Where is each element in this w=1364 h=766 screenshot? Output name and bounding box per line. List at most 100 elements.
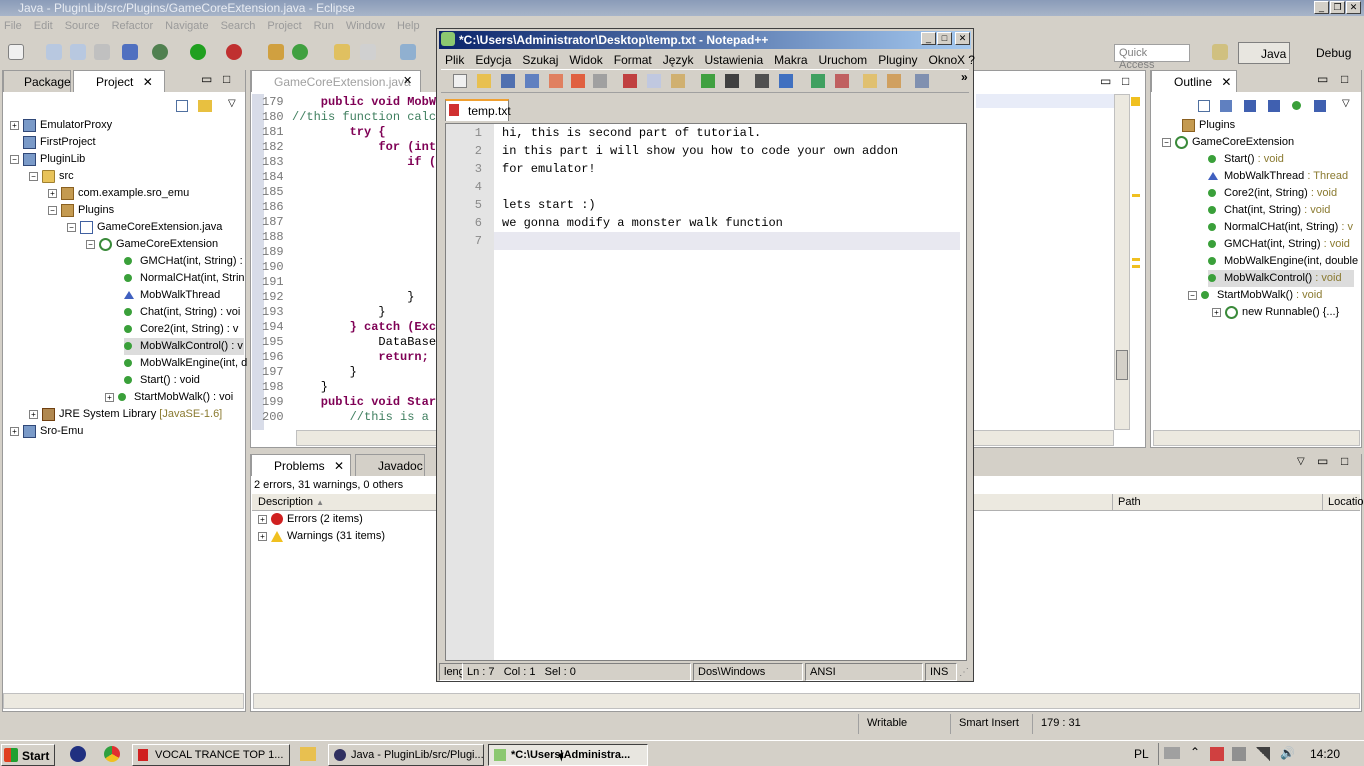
collapse-all-icon[interactable]	[1198, 100, 1210, 112]
expand-icon[interactable]: +	[1212, 307, 1221, 317]
problems-row-errors[interactable]: + Errors (2 items)	[258, 512, 363, 529]
collapse-all-icon[interactable]	[176, 100, 188, 112]
tree-item[interactable]: Start() : void	[124, 372, 200, 389]
outline-item[interactable]: NormalCHat(int, String) : v	[1208, 219, 1353, 236]
hide-nonpublic-icon[interactable]	[1292, 101, 1301, 110]
notepadpp-text-editor[interactable]: 1 hi, this is second part of tutorial. 2 in…	[445, 123, 967, 661]
outline-horizontal-scrollbar[interactable]	[1153, 430, 1360, 446]
keyboard-icon[interactable]	[1164, 747, 1180, 759]
show-all-chars-icon[interactable]	[915, 74, 929, 88]
outline-item[interactable]: Core2(int, String) : void	[1208, 185, 1337, 202]
menu-help[interactable]: ?	[968, 51, 975, 69]
tree-item[interactable]: − src	[29, 168, 74, 185]
tree-item[interactable]: NormalCHat(int, Strin	[124, 270, 245, 287]
code-line[interactable]: 195 DataBase	[262, 335, 436, 350]
expand-icon[interactable]: +	[105, 392, 114, 402]
view-menu-icon[interactable]: ▽	[228, 98, 236, 109]
tree-item[interactable]: + EmulatorProxy	[10, 117, 112, 134]
tab-project[interactable]: Project ✕	[73, 70, 165, 92]
new-icon[interactable]	[8, 44, 24, 60]
code-line[interactable]: 198 }	[262, 380, 328, 395]
collapse-icon[interactable]: −	[29, 171, 38, 181]
outline-item[interactable]: Plugins	[1182, 117, 1235, 134]
eclipse-close-button[interactable]: ✕	[1346, 1, 1361, 14]
minimize-icon[interactable]: ▭	[201, 72, 212, 86]
minimize-icon[interactable]: ▭	[1100, 74, 1111, 88]
tab-editor[interactable]: GameCoreExtension.java	[251, 70, 421, 92]
expand-icon[interactable]: +	[29, 409, 38, 419]
outline-item[interactable]: − StartMobWalk() : void	[1188, 287, 1322, 304]
tab-package[interactable]: Package	[3, 70, 71, 92]
text-line[interactable]: 4	[446, 178, 502, 196]
open-type-icon[interactable]	[334, 44, 350, 60]
debug-icon[interactable]	[152, 44, 168, 60]
network-icon[interactable]	[1256, 747, 1270, 761]
expand-icon[interactable]: +	[258, 531, 267, 541]
text-line[interactable]: 6 we gonna modify a monster walk function	[446, 214, 783, 232]
cut-icon[interactable]	[623, 74, 637, 88]
paste-icon[interactable]	[671, 74, 685, 88]
quick-access-input[interactable]: Quick Access	[1114, 44, 1190, 71]
language-indicator[interactable]: PL	[1134, 747, 1149, 761]
outline-item-selected[interactable]: MobWalkControl() : void	[1208, 270, 1354, 287]
toolbar-overflow-icon[interactable]: »	[961, 70, 968, 84]
zoom-in-icon[interactable]	[811, 74, 825, 88]
code-line[interactable]: 197 }	[262, 365, 357, 380]
text-line[interactable]: 7	[446, 232, 502, 250]
annotation-icon[interactable]	[400, 44, 416, 60]
close-icon[interactable]: ✕	[403, 74, 412, 87]
column-description[interactable]: Description ▲	[258, 496, 324, 508]
column-location[interactable]: Locatio	[1328, 496, 1363, 508]
save-icon[interactable]	[46, 44, 62, 60]
menu-file[interactable]: File	[0, 17, 30, 32]
tree-item[interactable]: Core2(int, String) : v	[124, 321, 238, 338]
clock[interactable]: 14:20	[1310, 747, 1340, 761]
collapse-icon[interactable]: −	[1162, 137, 1171, 147]
new-file-icon[interactable]	[453, 74, 467, 88]
tree-item[interactable]: − Plugins	[48, 202, 114, 219]
tab-javadoc[interactable]: Javadoc	[355, 454, 425, 476]
text-line[interactable]: 2 in this part i will show you how to cod…	[446, 142, 898, 160]
code-line[interactable]: 179 public void MobW	[262, 95, 436, 110]
outline-item[interactable]: + new Runnable() {...}	[1212, 304, 1339, 321]
open-perspective-icon[interactable]	[1212, 44, 1228, 60]
horizontal-scrollbar[interactable]	[3, 693, 244, 709]
link-editor-icon[interactable]	[198, 100, 212, 112]
collapse-icon[interactable]: −	[1188, 290, 1197, 300]
maximize-icon[interactable]: □	[1341, 72, 1348, 86]
menu-refactor[interactable]: Refactor	[108, 17, 162, 32]
menu-window[interactable]: Window	[342, 17, 393, 32]
expand-icon[interactable]: +	[10, 426, 19, 436]
collapse-icon[interactable]: −	[67, 222, 76, 232]
code-line[interactable]: 199 public void Star	[262, 395, 436, 410]
print-icon[interactable]	[94, 44, 110, 60]
menu-plik[interactable]: Plik	[445, 51, 464, 69]
outline-item[interactable]: MobWalkEngine(int, double	[1208, 253, 1358, 270]
search-icon[interactable]	[360, 44, 376, 60]
outline-item[interactable]: − GameCoreExtension	[1162, 134, 1294, 151]
replace-icon[interactable]	[779, 74, 793, 88]
menu-edycja[interactable]: Edycja	[475, 51, 511, 69]
new-package-icon[interactable]	[268, 44, 284, 60]
security-icon[interactable]	[1210, 747, 1224, 761]
redo-icon[interactable]	[725, 74, 739, 88]
expand-icon[interactable]: +	[48, 188, 57, 198]
close-all-icon[interactable]	[571, 74, 585, 88]
text-line[interactable]: 1 hi, this is second part of tutorial.	[446, 124, 761, 142]
text-line[interactable]: 5 lets start :)	[446, 196, 596, 214]
chrome-icon[interactable]	[104, 746, 120, 762]
open-file-icon[interactable]	[477, 74, 491, 88]
text-line[interactable]: 3 for emulator!	[446, 160, 596, 178]
tree-item[interactable]: + StartMobWalk() : voi	[105, 389, 233, 406]
hide-local-types-icon[interactable]	[1314, 100, 1326, 112]
tree-item[interactable]: − GameCoreExtension	[86, 236, 218, 253]
menu-jezyk[interactable]: Język	[663, 51, 694, 69]
resize-grip-icon[interactable]: ⋰	[959, 667, 969, 678]
code-line[interactable]: 200 //this is a	[262, 410, 429, 425]
notepadpp-minimize-button[interactable]: _	[921, 32, 936, 45]
expand-icon[interactable]: +	[258, 514, 267, 524]
warning-marker[interactable]	[1132, 258, 1140, 261]
run-icon[interactable]	[190, 44, 206, 60]
tree-item[interactable]: MobWalkEngine(int, d	[124, 355, 247, 372]
taskbar-youtube[interactable]: VOCAL TRANCE TOP 1...	[132, 744, 290, 766]
